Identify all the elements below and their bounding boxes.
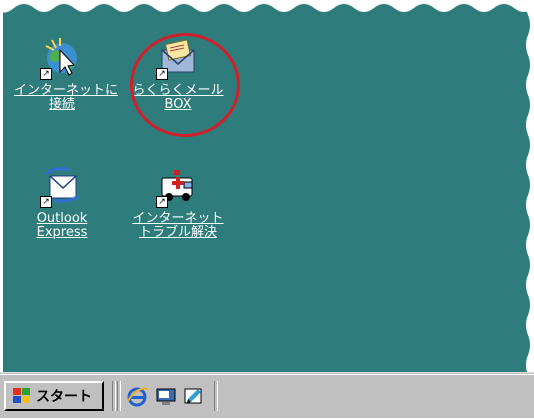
internet-connect-icon: ↗: [40, 38, 82, 80]
shortcut-arrow-icon: ↗: [40, 196, 52, 208]
internet-explorer-icon[interactable]: [126, 385, 148, 407]
start-label: スタート: [36, 389, 92, 405]
shortcut-arrow-icon: ↗: [40, 68, 52, 80]
desktop-icon-internet-trouble[interactable]: ↗ インターネット トラブル解決: [130, 166, 226, 240]
internet-connect-label-2: 接続: [48, 97, 75, 112]
taskbar-separator: [117, 381, 121, 411]
show-desktop-icon[interactable]: [155, 385, 177, 407]
start-button[interactable]: スタート: [4, 381, 104, 411]
ambulance-icon: ↗: [156, 166, 198, 208]
internet-connect-label-1: インターネットに: [14, 83, 119, 98]
outlook-express-label-2: Express: [36, 225, 88, 240]
taskbar-separator: [112, 381, 116, 411]
internet-trouble-label-1: インターネット: [132, 211, 224, 226]
rakuraku-mail-label-1: らくらくメール: [132, 83, 224, 98]
taskbar-separator: [214, 381, 218, 411]
mail-envelope-icon: ↗: [156, 38, 198, 80]
desktop-icon-rakuraku-mail[interactable]: ↗ らくらくメール BOX: [130, 38, 226, 112]
desktop-icon-outlook-express[interactable]: ↗ Outlook Express: [14, 166, 110, 240]
taskbar-inner: スタート: [0, 374, 534, 419]
outlook-express-label-1: Outlook: [36, 211, 88, 226]
desktop-icon-internet-connect[interactable]: ↗ インターネットに 接続: [14, 38, 119, 112]
channels-icon[interactable]: [183, 385, 205, 407]
torn-edge-top: [0, 0, 534, 13]
shortcut-arrow-icon: ↗: [156, 68, 168, 80]
taskbar: スタート: [0, 372, 534, 418]
windows-logo-icon: [13, 388, 30, 403]
torn-edge-right: [526, 0, 534, 417]
internet-trouble-label-2: トラブル解決: [138, 225, 217, 240]
rakuraku-mail-label-2: BOX: [164, 97, 192, 112]
shortcut-arrow-icon: ↗: [156, 196, 168, 208]
outlook-express-icon: ↗: [40, 166, 82, 208]
